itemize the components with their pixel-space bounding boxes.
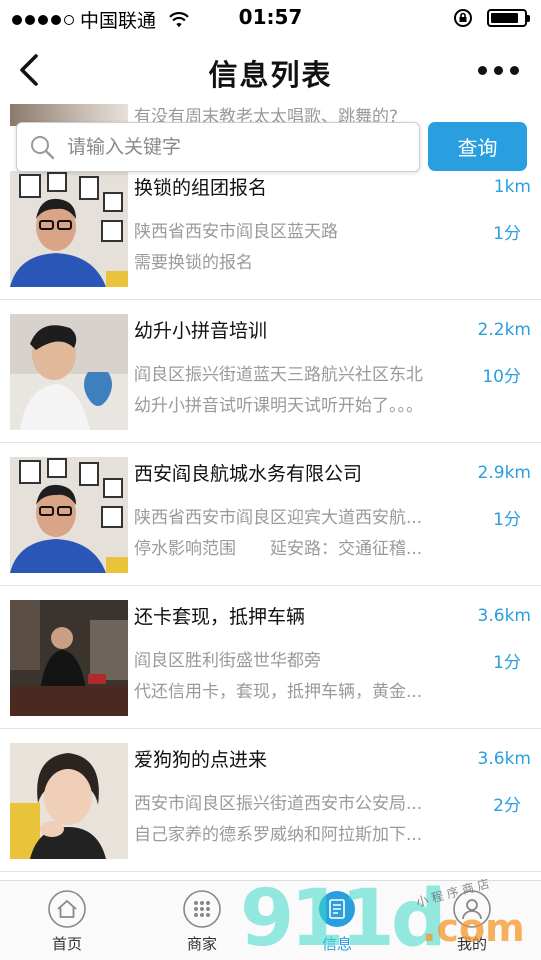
thumbnail-image [10, 457, 128, 573]
thumbnail-image [10, 600, 128, 716]
tab-home[interactable]: 首页 [17, 889, 117, 959]
page-title: 信息列表 [208, 58, 333, 92]
item-description: 需要换锁的报名 [134, 253, 253, 273]
nav-bar: 信息列表 [0, 36, 541, 106]
tab-merchants[interactable]: 商家 [152, 889, 252, 959]
item-description: 自己家养的德系罗威纳和阿拉斯加下... [134, 825, 423, 845]
item-time: 1分 [493, 224, 521, 244]
item-title: 幼升小拼音培训 [134, 320, 268, 342]
tab-label-home: 首页 [51, 935, 82, 953]
item-address: 阎良区振兴街道蓝天三路航兴社区东北 [134, 365, 423, 385]
search-button[interactable]: 查询 [428, 122, 527, 171]
item-title: 爱狗狗的点进来 [134, 749, 268, 771]
item-distance: 3.6km [477, 606, 531, 626]
list-item[interactable]: 幼升小拼音培训 2.2km 阎良区振兴街道蓝天三路航兴社区东北 10分幼升小拼音试听课… [0, 300, 541, 443]
more-options-icon[interactable] [478, 66, 519, 75]
item-title: 还卡套现，抵押车辆 [134, 606, 306, 628]
battery-level [491, 13, 518, 23]
item-time: 1分 [493, 510, 521, 530]
tab-label-merchants: 商家 [186, 935, 217, 953]
item-distance: 3.6km [477, 749, 531, 769]
status-bar: 中国联通 01:57 [0, 0, 541, 36]
thumbnail-image [10, 743, 128, 859]
thumbnail-image [10, 314, 128, 430]
list-item[interactable]: 西安阎良航城水务有限公司 2.9km 陕西省西安市阎良区迎宾大道西安航... 1分停水… [0, 443, 541, 586]
item-address: 陕西省西安市阎良区蓝天路 [134, 222, 338, 242]
item-address: 阎良区胜利街盛世华都旁 [134, 651, 321, 671]
grid-dots-icon [183, 890, 221, 928]
item-title: 西安阎良航城水务有限公司 [134, 463, 363, 485]
rotation-lock-icon [454, 9, 472, 27]
item-description: 停水影响范围 延安路：交通征稽... [134, 539, 423, 559]
thumbnail-image [10, 171, 128, 287]
info-list-icon [319, 891, 355, 927]
tab-bar: 首页 商家 信息 我的 [0, 880, 541, 960]
battery-icon [487, 9, 530, 27]
search-box [16, 122, 420, 172]
item-time: 2分 [493, 796, 521, 816]
item-distance: 2.9km [477, 463, 531, 483]
item-description: 代还信用卡，套现，抵押车辆，黄金... [134, 682, 423, 702]
item-title: 换锁的组团报名 [134, 177, 268, 199]
item-description: 幼升小拼音试听课明天试听开始了。。。 [134, 396, 423, 416]
home-icon [48, 890, 86, 928]
tab-label-info: 信息 [321, 935, 352, 953]
search-input[interactable] [67, 136, 407, 158]
list-item[interactable]: 换锁的组团报名 1km 陕西省西安市阎良区蓝天路 1分需要换锁的报名 [0, 157, 541, 300]
tab-info[interactable]: 信息 [287, 889, 387, 959]
tab-mine[interactable]: 我的 [422, 889, 522, 959]
item-address: 陕西省西安市阎良区迎宾大道西安航... [134, 508, 423, 528]
item-distance: 1km [493, 177, 531, 197]
user-icon [453, 890, 491, 928]
list-item[interactable]: 爱狗狗的点进来 3.6km 西安市阎良区振兴街道西安市公安局... 2分自己家养的德系… [0, 729, 541, 872]
item-time: 10分 [482, 367, 521, 387]
list-item[interactable]: 还卡套现，抵押车辆 3.6km 阎良区胜利街盛世华都旁 1分代还信用卡，套现，抵押车辆… [0, 586, 541, 729]
item-address: 西安市阎良区振兴街道西安市公安局... [134, 794, 423, 814]
status-right [453, 8, 530, 28]
search-icon [31, 136, 55, 160]
tab-label-mine: 我的 [456, 935, 487, 953]
item-time: 1分 [493, 653, 521, 673]
item-distance: 2.2km [477, 320, 531, 340]
